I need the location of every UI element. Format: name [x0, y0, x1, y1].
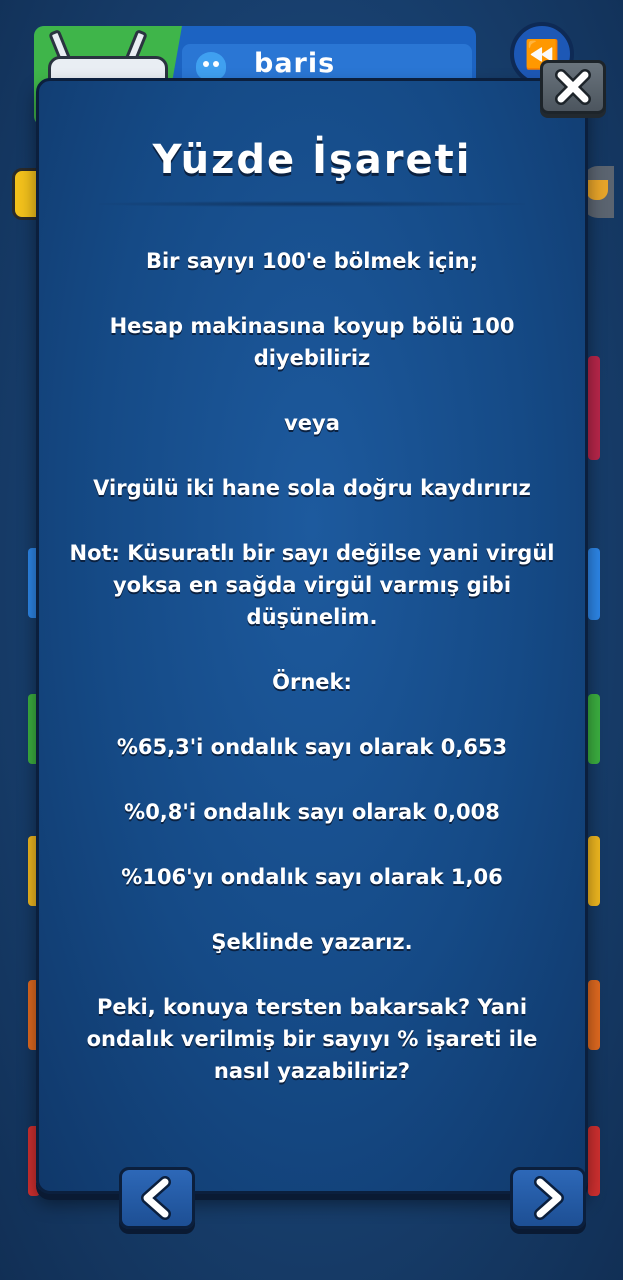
chevron-right-icon — [534, 1176, 564, 1220]
chevron-left-icon — [141, 1176, 171, 1220]
side-tab — [588, 356, 600, 460]
example-line: %0,8'i ondalık sayı olarak 0,008 — [124, 800, 500, 824]
paragraph: Şeklinde yazarız. — [211, 930, 413, 954]
side-tab — [588, 694, 600, 764]
info-dialog: Yüzde İşareti Bir sayıyı 100'e bölmek iç… — [36, 78, 588, 1229]
username: baris — [254, 48, 336, 79]
user-icon — [196, 52, 226, 80]
paragraph: Virgülü iki hane sola doğru kaydırırız — [93, 476, 531, 500]
paragraph: Hesap makinasına koyup bölü 100 diyebili… — [109, 314, 515, 370]
side-tab — [588, 548, 600, 620]
side-tab — [588, 980, 600, 1050]
title-divider — [99, 201, 525, 207]
previous-button[interactable] — [119, 1167, 195, 1229]
example-line: %106'yı ondalık sayı olarak 1,06 — [121, 865, 503, 889]
dialog-content: Bir sayıyı 100'e bölmek için; Hesap maki… — [69, 245, 555, 1087]
example-heading: Örnek: — [272, 670, 352, 694]
close-button[interactable] — [540, 60, 606, 114]
question-paragraph: Peki, konuya tersten bakarsak? Yani onda… — [86, 995, 538, 1083]
side-tab — [588, 1126, 600, 1196]
paragraph: Bir sayıyı 100'e bölmek için; — [145, 249, 479, 273]
close-icon — [555, 69, 591, 105]
dialog-title: Yüzde İşareti — [152, 137, 472, 183]
example-line: %65,3'i ondalık sayı olarak 0,653 — [116, 735, 508, 759]
next-button[interactable] — [510, 1167, 586, 1229]
side-tab — [588, 836, 600, 906]
note-paragraph: Not: Küsuratlı bir sayı değilse yani vir… — [69, 541, 555, 629]
paragraph: veya — [284, 411, 340, 435]
